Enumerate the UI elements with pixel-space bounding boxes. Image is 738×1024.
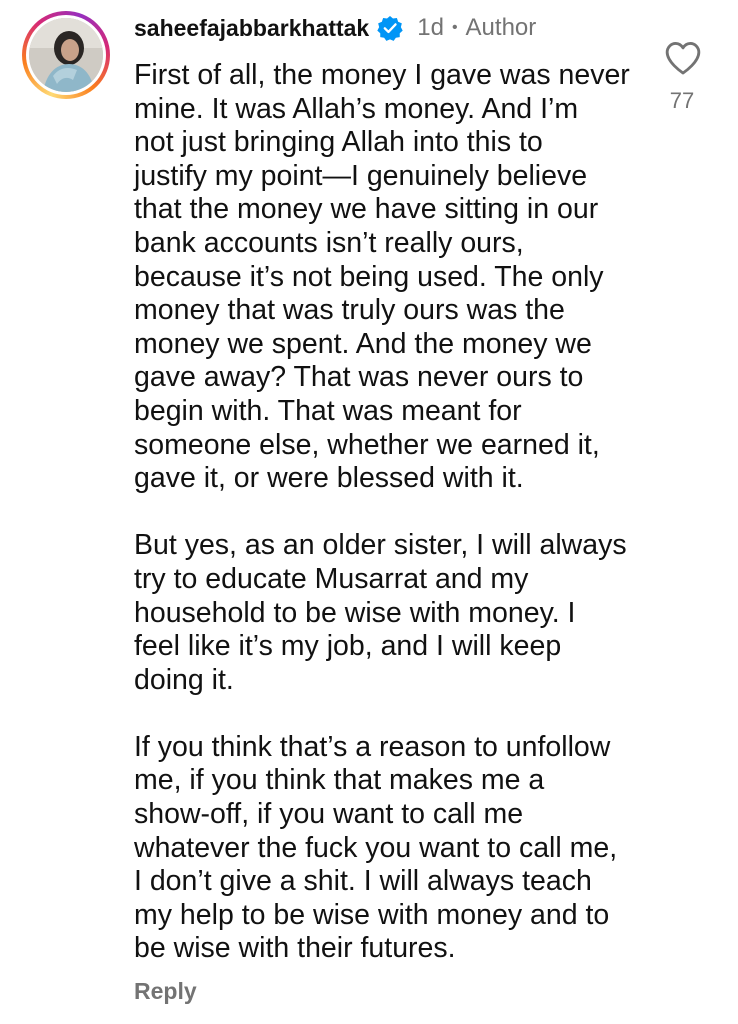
comment-line: my help to be wise with money and to <box>134 898 610 931</box>
comment-line: begin with. That was meant for <box>134 394 522 427</box>
separator-dot: • <box>451 19 458 36</box>
comment-line: whatever the fuck you want to call me, <box>134 831 618 864</box>
comment-line: bank accounts isn’t really ours, <box>134 226 524 259</box>
comment-line: feel like it’s my job, and I will keep <box>134 630 562 663</box>
heart-outline-icon <box>665 42 701 75</box>
comment-line: that the money we have sitting in our <box>134 193 599 226</box>
comment-line: gave it, or were blessed with it. <box>134 462 524 495</box>
comment-paragraph-3: If you think that’s a reason to unfollow… <box>134 731 634 966</box>
comment-line: because it’s not being used. The only <box>134 260 604 293</box>
comment-line: First of all, the money I gave was never <box>134 59 630 91</box>
comment-text: First of all, the money I gave was never… <box>134 59 634 966</box>
comment-line: doing it. <box>134 663 234 696</box>
comment-line: gave away? That was never ours to <box>134 361 584 394</box>
comment-line: money that was truly ours was the <box>134 294 565 327</box>
comment-line: household to be wise with money. I <box>134 596 576 629</box>
comment-line: someone else, whether we earned it, <box>134 428 600 461</box>
comment-header: saheefajabbarkhattak 1d • Author <box>134 12 536 44</box>
reply-button[interactable]: Reply <box>134 978 197 1005</box>
comment-line: show-off, if you want to call me <box>134 798 524 831</box>
author-label: Author <box>465 14 537 41</box>
like-button[interactable] <box>664 40 702 78</box>
avatar-story-ring[interactable] <box>22 11 110 99</box>
avatar[interactable] <box>29 18 103 92</box>
comment-line: justify my point—I genuinely believe <box>134 159 588 192</box>
comment-line: be wise with their futures. <box>134 932 456 965</box>
comment-line: money we spent. And the money we <box>134 327 592 360</box>
comment-paragraph-1: First of all, the money I gave was never… <box>134 59 634 496</box>
avatar-border <box>26 15 106 95</box>
comment-line: me, if you think that makes me a <box>134 764 545 797</box>
comment-paragraph-2: But yes, as an older sister, I will alwa… <box>134 529 634 697</box>
comment-line: not just bringing Allah into this to <box>134 126 543 159</box>
like-count: 77 <box>669 88 695 113</box>
comment-line: mine. It was Allah’s money. And I’m <box>134 92 579 125</box>
comment-line: But yes, as an older sister, I will alwa… <box>134 529 627 562</box>
profile-photo <box>29 18 103 92</box>
username[interactable]: saheefajabbarkhattak <box>134 15 369 42</box>
comment-line: try to educate Musarrat and my <box>134 562 529 595</box>
timestamp: 1d <box>417 14 444 41</box>
verified-badge-icon <box>377 15 403 41</box>
comment-line: I don’t give a shit. I will always teach <box>134 865 592 898</box>
comment-line: If you think that’s a reason to unfollow <box>134 730 611 763</box>
